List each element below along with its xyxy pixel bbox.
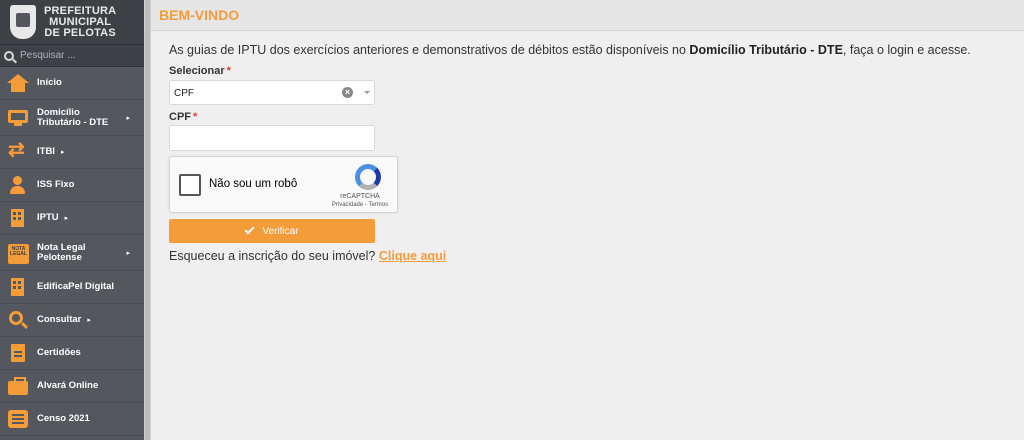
sidebar-item-nota-legal[interactable]: NOTA LEGAL Nota Legal Pelotense ▸	[0, 235, 144, 271]
required-mark: *	[226, 65, 231, 77]
sidebar-item-label: Censo 2021	[37, 413, 90, 424]
sidebar-item-censo-2021[interactable]: Censo 2021	[0, 403, 144, 436]
info-text: As guias de IPTU dos exercícios anterior…	[169, 43, 971, 57]
logo-text: PREFEITURA MUNICIPAL DE PELOTAS	[44, 4, 117, 39]
sidebar-item-certidoes[interactable]: Certidões	[0, 337, 144, 370]
city-crest-icon	[10, 5, 36, 39]
chevron-right-icon: ▸	[64, 215, 69, 222]
sidebar-item-alvara-online[interactable]: Alvará Online	[0, 370, 144, 403]
select-value: CPF	[174, 88, 194, 99]
recaptcha-widget: Não sou um robô reCAPTCHA Privacidade - …	[169, 156, 398, 213]
chevron-right-icon: ▸	[87, 317, 91, 324]
user-icon	[8, 176, 28, 194]
sidebar-item-label: ITBI	[37, 146, 55, 157]
chevron-right-icon: ▸	[126, 249, 130, 257]
sidebar-search-input[interactable]	[20, 50, 130, 61]
chevron-right-icon: ▸	[60, 149, 65, 156]
click-here-link[interactable]: Clique aqui	[379, 249, 446, 263]
page-header: BEM-VINDO	[151, 0, 1024, 31]
sidebar-item-label: EdificaPel Digital	[37, 281, 115, 292]
recaptcha-links[interactable]: Privacidade - Termos	[320, 202, 400, 208]
sidebar-item-iptu[interactable]: IPTU ▸	[0, 202, 144, 235]
chevron-down-icon[interactable]	[364, 91, 370, 94]
chevron-right-icon: ▸	[126, 114, 130, 122]
sidebar-item-domicilio-tributario[interactable]: Domicílio Tributário - DTE ▸	[0, 100, 144, 136]
recaptcha-label: Não sou um robô	[209, 178, 298, 190]
select-label: Selecionar *	[169, 65, 231, 77]
verify-button-label: Verificar	[262, 225, 299, 237]
list-icon	[8, 410, 28, 428]
building-icon	[8, 209, 28, 227]
required-mark: *	[193, 111, 198, 123]
recaptcha-logo-icon	[355, 164, 381, 190]
scrollbar-thumb[interactable]	[145, 0, 150, 440]
sidebar-item-label: Domicílio Tributário - DTE	[37, 106, 109, 128]
home-icon	[7, 74, 29, 92]
building-icon	[8, 278, 28, 296]
sidebar-item-label: ISS Fixo	[37, 179, 75, 190]
search-icon	[8, 311, 29, 330]
sidebar-item-label: Certidões	[37, 347, 81, 358]
sidebar-item-label: IPTU	[37, 212, 59, 223]
sidebar-item-label: Início	[37, 77, 62, 88]
sidebar-item-consultar[interactable]: Consultar ▸	[0, 304, 144, 337]
document-icon	[8, 344, 28, 362]
sidebar-item-label: Consultar	[37, 314, 82, 325]
sidebar-scrollbar[interactable]	[144, 0, 151, 440]
dte-highlight: Domicílio Tributário - DTE	[689, 43, 843, 57]
cpf-label: CPF *	[169, 111, 198, 123]
nota-legal-icon: NOTA LEGAL	[8, 243, 29, 264]
verify-button[interactable]: Verificar	[169, 219, 375, 243]
sidebar-item-label: Alvará Online	[37, 380, 99, 391]
sidebar-item-edificapel[interactable]: EdificaPel Digital	[0, 271, 144, 304]
sidebar-search	[0, 45, 144, 67]
sidebar: PREFEITURA MUNICIPAL DE PELOTAS Início D…	[0, 0, 144, 440]
sidebar-item-inicio[interactable]: Início	[0, 67, 144, 100]
transfer-arrows-icon: ⇄	[8, 139, 25, 161]
check-icon	[244, 224, 255, 235]
document-type-select[interactable]: CPF ×	[169, 80, 375, 105]
briefcase-icon	[8, 377, 28, 395]
forgot-inscription-text: Esqueceu a inscrição do seu imóvel? Cliq…	[169, 249, 447, 263]
clear-icon[interactable]: ×	[342, 87, 353, 98]
city-logo[interactable]: PREFEITURA MUNICIPAL DE PELOTAS	[0, 0, 144, 45]
search-icon	[4, 50, 14, 61]
sidebar-item-iss-fixo[interactable]: ISS Fixo	[0, 169, 144, 202]
page-title: BEM-VINDO	[159, 7, 240, 23]
sidebar-item-itbi[interactable]: ⇄ ITBI ▸	[0, 136, 144, 169]
recaptcha-checkbox[interactable]	[179, 174, 201, 196]
recaptcha-brand: reCAPTCHA	[340, 193, 380, 200]
monitor-icon	[8, 109, 28, 127]
cpf-input[interactable]	[169, 125, 375, 151]
sidebar-item-label: Nota Legal Pelotense	[37, 241, 86, 263]
